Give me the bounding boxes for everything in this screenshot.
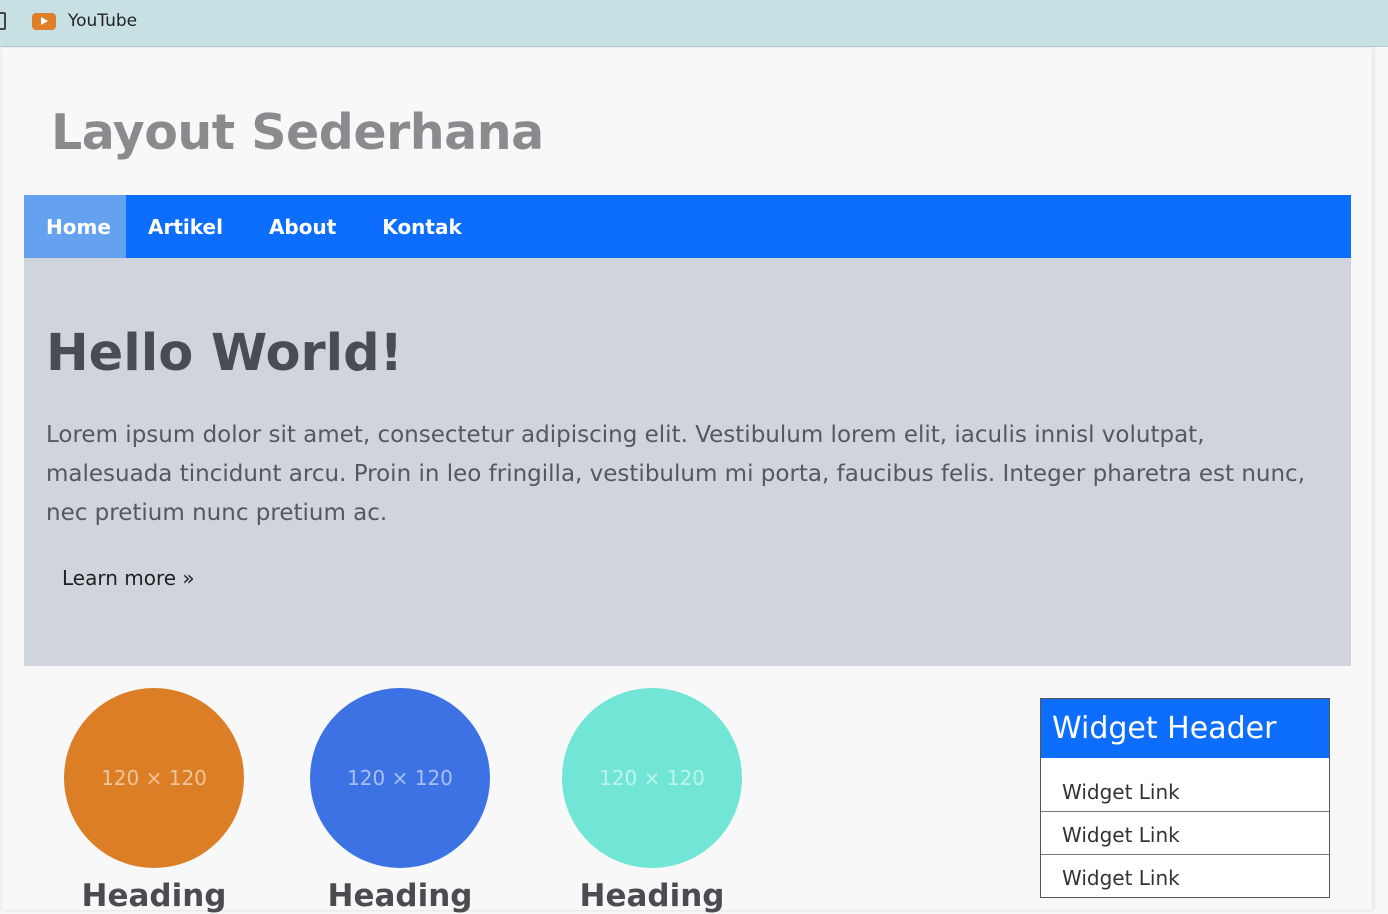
feature-image-2: 120 × 120	[310, 688, 490, 868]
nav-item-home[interactable]: Home	[24, 195, 126, 258]
feature-heading-3: Heading	[579, 878, 725, 914]
feature-2: 120 × 120 Heading	[310, 688, 490, 914]
feature-image-3: 120 × 120	[562, 688, 742, 868]
nav-item-kontak[interactable]: Kontak	[360, 195, 485, 258]
navbar: Home Artikel About Kontak	[24, 195, 1351, 258]
nav-item-about[interactable]: About	[247, 195, 360, 258]
feature-image-1: 120 × 120	[64, 688, 244, 868]
jumbotron: Hello World! Lorem ipsum dolor sit amet,…	[24, 258, 1351, 666]
youtube-icon	[32, 12, 56, 30]
widget-header: Widget Header	[1041, 699, 1329, 758]
widget-link[interactable]: Widget Link	[1041, 854, 1329, 897]
bookmark-folder-icon[interactable]	[0, 12, 6, 30]
site-title: Layout Sederhana	[51, 104, 544, 161]
widget: Widget Header Widget Link Widget Link Wi…	[1040, 698, 1330, 898]
bookmark-youtube[interactable]: YouTube	[32, 8, 137, 34]
jumbotron-title: Hello World!	[46, 324, 403, 383]
page: Layout Sederhana Home Artikel About Kont…	[2, 48, 1372, 914]
feature-1: 120 × 120 Heading	[64, 688, 244, 914]
bookmarks-bar: YouTube	[0, 0, 1388, 47]
image-placeholder-label: 120 × 120	[347, 766, 453, 790]
widget-link[interactable]: Widget Link	[1041, 758, 1329, 811]
feature-3: 120 × 120 Heading	[562, 688, 742, 914]
nav-item-artikel[interactable]: Artikel	[126, 195, 247, 258]
feature-heading-2: Heading	[327, 878, 473, 914]
learn-more-button[interactable]: Learn more »	[62, 566, 195, 590]
jumbotron-text: Lorem ipsum dolor sit amet, consectetur …	[46, 422, 1306, 526]
feature-heading-1: Heading	[81, 878, 227, 914]
widget-link[interactable]: Widget Link	[1041, 811, 1329, 854]
bookmark-youtube-label: YouTube	[68, 11, 138, 31]
image-placeholder-label: 120 × 120	[101, 766, 207, 790]
image-placeholder-label: 120 × 120	[599, 766, 705, 790]
